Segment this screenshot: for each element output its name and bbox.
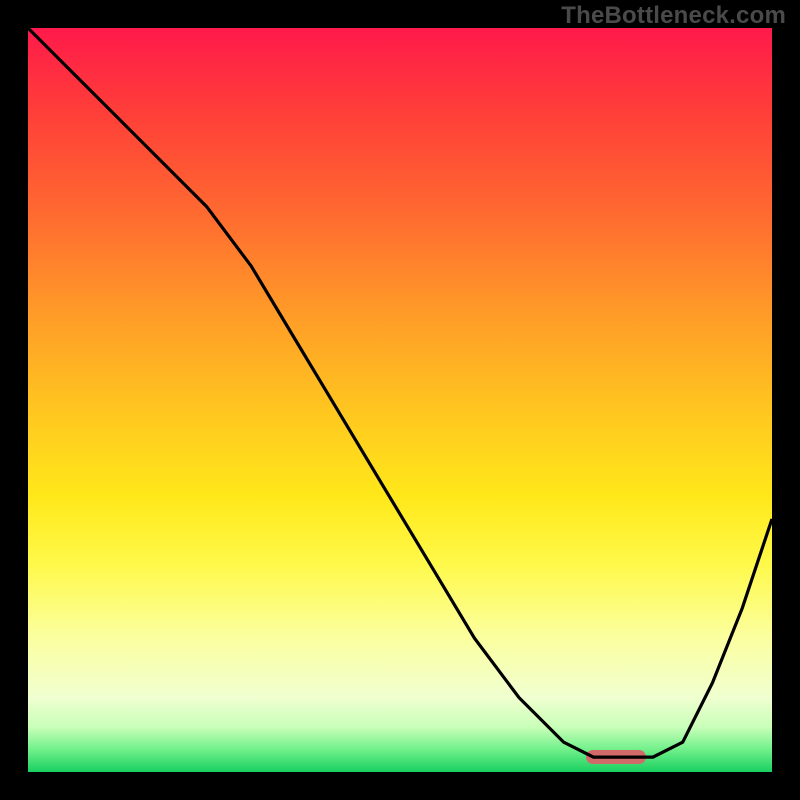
plot-area: [28, 28, 772, 772]
curve-path: [28, 28, 772, 757]
optimal-range-marker: [586, 750, 646, 764]
watermark-text: TheBottleneck.com: [561, 2, 786, 30]
chart-frame: TheBottleneck.com: [0, 0, 800, 800]
bottleneck-curve: [28, 28, 772, 772]
